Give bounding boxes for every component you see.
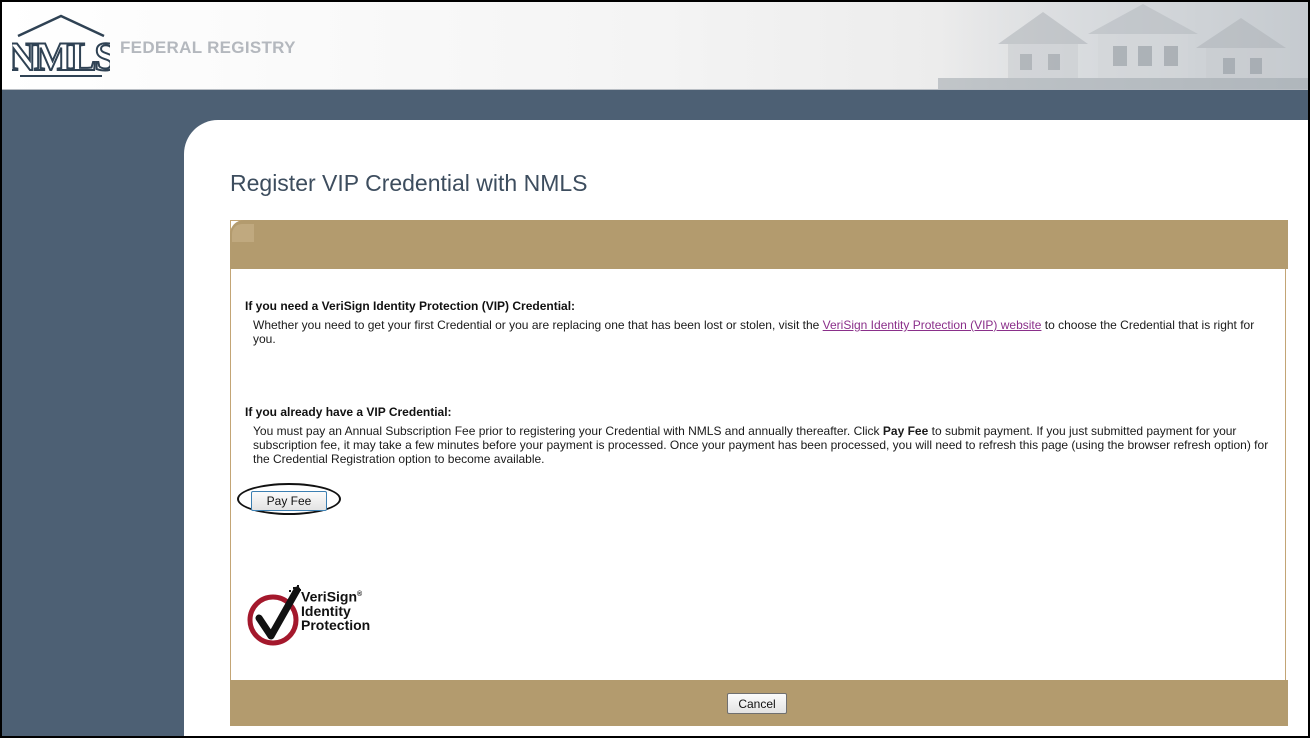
have-credential-heading: If you already have a VIP Credential: (245, 405, 452, 419)
content-area: Register VIP Credential with NMLS If you… (184, 120, 1308, 736)
app-window: NMLS FEDERAL REGISTRY Register VIP Crede… (0, 0, 1310, 738)
cancel-button[interactable]: Cancel (727, 693, 787, 714)
verisign-logo-line3: Protection (301, 616, 371, 633)
pay-fee-button[interactable]: Pay Fee (251, 491, 327, 511)
panel-header-band (230, 220, 1288, 269)
houses-banner-image (938, 2, 1308, 89)
nmls-logo: NMLS (12, 14, 110, 80)
panel-footer-band: Cancel (230, 680, 1288, 726)
header-title: FEDERAL REGISTRY (120, 38, 296, 57)
panel-header-tab (232, 224, 254, 242)
pay-fee-highlight-circle: Pay Fee (237, 483, 341, 515)
verisign-identity-protection-logo: VeriSign® Identity Protection (245, 584, 405, 646)
need-credential-section: If you need a VeriSign Identity Protecti… (245, 299, 1275, 346)
site-header: NMLS FEDERAL REGISTRY (2, 2, 1308, 90)
have-text-bold: Pay Fee (882, 424, 929, 438)
need-text-before: Whether you need to get your first Crede… (253, 318, 823, 332)
have-credential-text: You must pay an Annual Subscription Fee … (245, 424, 1275, 466)
svg-text:NMLS: NMLS (12, 34, 110, 79)
page-title: Register VIP Credential with NMLS (230, 170, 588, 196)
verisign-vip-website-link[interactable]: VeriSign Identity Protection (VIP) websi… (823, 318, 1042, 332)
verisign-logo-line2: Identity (301, 602, 351, 619)
credential-panel: If you need a VeriSign Identity Protecti… (230, 220, 1288, 726)
verisign-logo-text: VeriSign® Identity Protection (301, 588, 370, 632)
verisign-logo-mark: ® (357, 591, 363, 598)
verisign-checkmark-icon (247, 585, 301, 646)
need-credential-heading: If you need a VeriSign Identity Protecti… (245, 299, 576, 313)
have-credential-section: If you already have a VIP Credential: Yo… (245, 405, 1275, 466)
need-credential-text: Whether you need to get your first Crede… (245, 318, 1275, 346)
have-text-before: You must pay an Annual Subscription Fee … (253, 424, 883, 438)
